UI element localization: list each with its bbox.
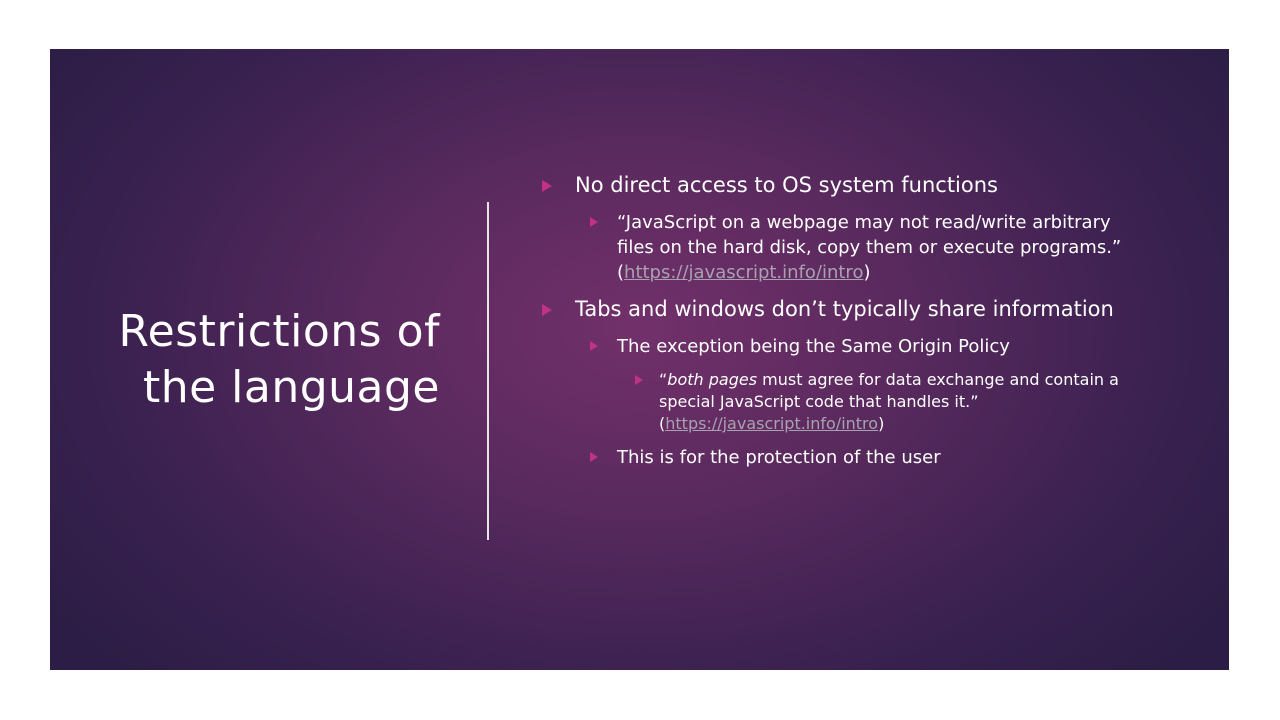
- bullet-javascript-quote: “JavaScript on a webpage may not read/wr…: [538, 210, 1138, 285]
- vertical-divider: [487, 202, 489, 540]
- bullet-tabs-windows: Tabs and windows don’t typically share i…: [538, 295, 1138, 324]
- bullet-os-access: No direct access to OS system functions: [538, 171, 1138, 200]
- bullet-arrow-icon: [590, 217, 598, 227]
- quote-text: “JavaScript on a webpage may not read/wr…: [617, 212, 1122, 258]
- bullet-text: Tabs and windows don’t typically share i…: [575, 297, 1114, 321]
- open-paren: (: [617, 262, 625, 283]
- javascript-info-link[interactable]: https://javascript.info/intro: [624, 262, 863, 283]
- bullet-list: No direct access to OS system functions …: [538, 171, 1138, 480]
- bullet-user-protection: This is for the protection of the user: [538, 445, 1138, 470]
- bullet-text: This is for the protection of the user: [617, 447, 941, 468]
- bullet-same-origin: The exception being the Same Origin Poli…: [538, 334, 1138, 359]
- bullet-arrow-icon: [542, 304, 552, 316]
- bullet-arrow-icon: [635, 375, 643, 385]
- close-paren: ): [878, 414, 885, 433]
- javascript-info-link[interactable]: https://javascript.info/intro: [665, 414, 878, 433]
- close-paren: ): [863, 262, 871, 283]
- bullet-arrow-icon: [590, 452, 598, 462]
- bullet-text: No direct access to OS system functions: [575, 173, 998, 197]
- bullet-arrow-icon: [590, 341, 598, 351]
- bullet-text: The exception being the Same Origin Poli…: [617, 336, 1010, 357]
- bullet-arrow-icon: [542, 180, 552, 192]
- slide-title: Restrictions of the language: [118, 306, 440, 413]
- bullet-both-pages-quote: “both pages must agree for data exchange…: [538, 369, 1138, 435]
- slide: Restrictions of the language No direct a…: [50, 49, 1229, 670]
- italic-text: both pages: [667, 370, 758, 389]
